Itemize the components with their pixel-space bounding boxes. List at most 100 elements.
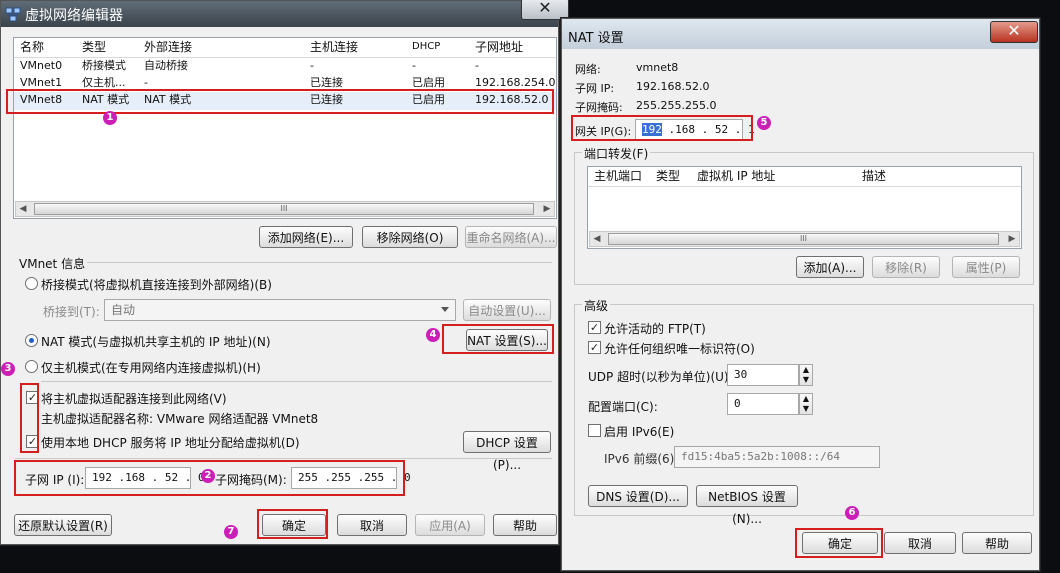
- netbios-settings-button[interactable]: NetBIOS 设置(N)...: [696, 485, 798, 526]
- apply-button[interactable]: 应用(A): [415, 514, 485, 536]
- col-header-description[interactable]: 描述: [862, 167, 886, 185]
- spin-down-icon[interactable]: ▼: [803, 404, 809, 413]
- nat-subnet-ip-value: 192.168.52.0: [636, 80, 710, 93]
- cell: 仅主机...: [82, 76, 126, 89]
- network-list[interactable]: 名称 类型 外部连接 主机连接 DHCP 子网地址 VMnet0 桥接模式 自动…: [13, 37, 557, 219]
- col-header-subnet[interactable]: 子网地址: [475, 38, 523, 56]
- nat-window-title: NAT 设置: [568, 31, 624, 46]
- cancel-button[interactable]: 取消: [337, 514, 407, 536]
- network-icon: [5, 7, 21, 22]
- checkmark-icon: ✓: [589, 321, 600, 334]
- remove-network-button[interactable]: 移除网络(O): [362, 226, 458, 248]
- subnet-mask-label: 子网掩码(M):: [215, 473, 287, 487]
- cell: -: [310, 59, 314, 72]
- bridge-to-select[interactable]: 自动: [104, 299, 456, 321]
- spin-down-icon[interactable]: ▼: [803, 375, 809, 384]
- col-header-name[interactable]: 名称: [20, 38, 44, 56]
- enable-ipv6-label[interactable]: 启用 IPv6(E): [604, 423, 674, 440]
- nat-mode-radio[interactable]: [25, 334, 38, 347]
- allow-ftp-label[interactable]: 允许活动的 FTP(T): [604, 320, 706, 337]
- connect-adapter-label[interactable]: 将主机虚拟适配器连接到此网络(V): [41, 390, 227, 407]
- port-forwarding-list[interactable]: 主机端口 类型 虚拟机 IP 地址 描述 ◀ III ▶: [587, 166, 1022, 249]
- add-port-button[interactable]: 添加(A)...: [796, 256, 864, 278]
- port-properties-button[interactable]: 属性(P): [952, 256, 1020, 278]
- network-label: 网络:: [575, 63, 601, 76]
- dhcp-settings-button[interactable]: DHCP 设置(P)...: [463, 431, 551, 472]
- allow-oui-label[interactable]: 允许任何组织唯一标识符(O): [604, 340, 755, 357]
- scroll-right-icon[interactable]: ▶: [1006, 233, 1018, 245]
- host-only-label[interactable]: 仅主机模式(在专用网络内连接虚拟机)(H): [41, 359, 261, 376]
- col-header-vm-ip[interactable]: 虚拟机 IP 地址: [697, 167, 775, 185]
- scroll-left-icon[interactable]: ◀: [17, 203, 29, 215]
- cell: 自动桥接: [144, 59, 188, 72]
- close-icon: ✕: [1007, 21, 1021, 40]
- subnet-mask-input[interactable]: 255 .255 .255 . 0: [291, 467, 411, 489]
- remove-port-button[interactable]: 移除(R): [872, 256, 940, 278]
- auto-settings-button[interactable]: 自动设置(U)...: [463, 299, 551, 321]
- nat-help-button[interactable]: 帮助: [962, 532, 1032, 554]
- advanced-label: 高级: [582, 297, 611, 314]
- cell: 已连接: [310, 93, 343, 106]
- enable-ipv6-checkbox[interactable]: [588, 424, 601, 437]
- scroll-thumb[interactable]: III: [34, 203, 534, 215]
- subnet-ip-input[interactable]: 192 .168 . 52 . 0: [85, 467, 205, 489]
- table-row-vmnet0[interactable]: VMnet0 桥接模式 自动桥接 - - -: [14, 58, 556, 75]
- config-port-stepper[interactable]: ▲ ▼: [799, 393, 813, 415]
- use-dhcp-label[interactable]: 使用本地 DHCP 服务将 IP 地址分配给虚拟机(D): [41, 434, 300, 451]
- bridge-to-label: 桥接到(T):: [43, 305, 100, 319]
- scroll-left-icon[interactable]: ◀: [591, 233, 603, 245]
- table-row-vmnet1[interactable]: VMnet1 仅主机... - 已连接 已启用 192.168.254.0: [14, 75, 556, 92]
- allow-oui-checkbox[interactable]: ✓: [588, 341, 601, 354]
- nat-mode-label[interactable]: NAT 模式(与虚拟机共享主机的 IP 地址)(N): [41, 333, 271, 350]
- scroll-right-icon[interactable]: ▶: [541, 203, 553, 215]
- annotation-badge-3: 3: [1, 362, 15, 376]
- add-network-button[interactable]: 添加网络(E)...: [259, 226, 353, 248]
- horizontal-scrollbar[interactable]: ◀ III ▶: [15, 201, 555, 217]
- ok-button[interactable]: 确定: [262, 514, 326, 536]
- cell: VMnet1: [20, 76, 63, 89]
- col-header-host[interactable]: 主机连接: [310, 38, 358, 56]
- gateway-input[interactable]: 192 .168 . 52 . 1: [635, 119, 755, 141]
- dns-settings-button[interactable]: DNS 设置(D)...: [588, 485, 688, 507]
- bridge-mode-radio[interactable]: [25, 277, 38, 290]
- allow-ftp-checkbox[interactable]: ✓: [588, 321, 601, 334]
- nat-title-bar[interactable]: [562, 19, 1039, 49]
- spin-up-icon[interactable]: ▲: [803, 365, 809, 374]
- nat-settings-window: NAT 设置 ✕ 网络: vmnet8 子网 IP: 192.168.52.0 …: [561, 18, 1040, 571]
- nat-close-button[interactable]: ✕: [990, 21, 1038, 43]
- nat-cancel-button[interactable]: 取消: [884, 532, 956, 554]
- bridge-mode-label[interactable]: 桥接模式(将虚拟机直接连接到外部网络)(B): [41, 276, 272, 293]
- bridge-to-value: 自动: [111, 303, 136, 317]
- cell: 已启用: [412, 76, 445, 89]
- close-button[interactable]: ✕: [521, 0, 569, 20]
- annotation-badge-1: 1: [103, 111, 117, 125]
- ipv6-prefix-input[interactable]: fd15:4ba5:5a2b:1008::/64: [674, 446, 880, 468]
- col-header-dhcp[interactable]: DHCP: [412, 38, 440, 56]
- table-row-vmnet8[interactable]: VMnet8 NAT 模式 NAT 模式 已连接 已启用 192.168.52.…: [14, 92, 556, 110]
- col-header-type[interactable]: 类型: [82, 38, 106, 56]
- restore-defaults-button[interactable]: 还原默认设置(R): [14, 514, 112, 536]
- config-port-input[interactable]: 0: [727, 393, 799, 415]
- port-horizontal-scrollbar[interactable]: ◀ III ▶: [589, 231, 1020, 247]
- help-button[interactable]: 帮助: [493, 514, 557, 536]
- virtual-network-editor-window: 虚拟网络编辑器 ✕ 名称 类型 外部连接 主机连接 DHCP 子网地址 VMne…: [0, 0, 569, 545]
- col-header-port-type[interactable]: 类型: [656, 167, 680, 185]
- checkmark-icon: ✓: [27, 435, 38, 448]
- spin-up-icon[interactable]: ▲: [803, 394, 809, 403]
- col-header-host-port[interactable]: 主机端口: [594, 167, 642, 185]
- host-only-radio[interactable]: [25, 360, 38, 373]
- udp-timeout-input[interactable]: 30: [727, 364, 799, 386]
- udp-timeout-stepper[interactable]: ▲ ▼: [799, 364, 813, 386]
- col-header-external[interactable]: 外部连接: [144, 38, 192, 56]
- nat-settings-button[interactable]: NAT 设置(S)...: [466, 329, 548, 351]
- checkmark-icon: ✓: [589, 341, 600, 354]
- ipv6-prefix-label: IPv6 前缀(6):: [604, 452, 679, 466]
- rename-network-button[interactable]: 重命名网络(A)...: [465, 226, 557, 248]
- use-dhcp-checkbox[interactable]: ✓: [26, 435, 39, 448]
- checkmark-icon: ✓: [27, 391, 38, 404]
- port-header-divider: [588, 186, 1021, 187]
- nat-ok-button[interactable]: 确定: [802, 532, 878, 554]
- scroll-thumb[interactable]: III: [608, 233, 999, 245]
- gateway-label: 网关 IP(G):: [575, 125, 632, 138]
- connect-adapter-checkbox[interactable]: ✓: [26, 391, 39, 404]
